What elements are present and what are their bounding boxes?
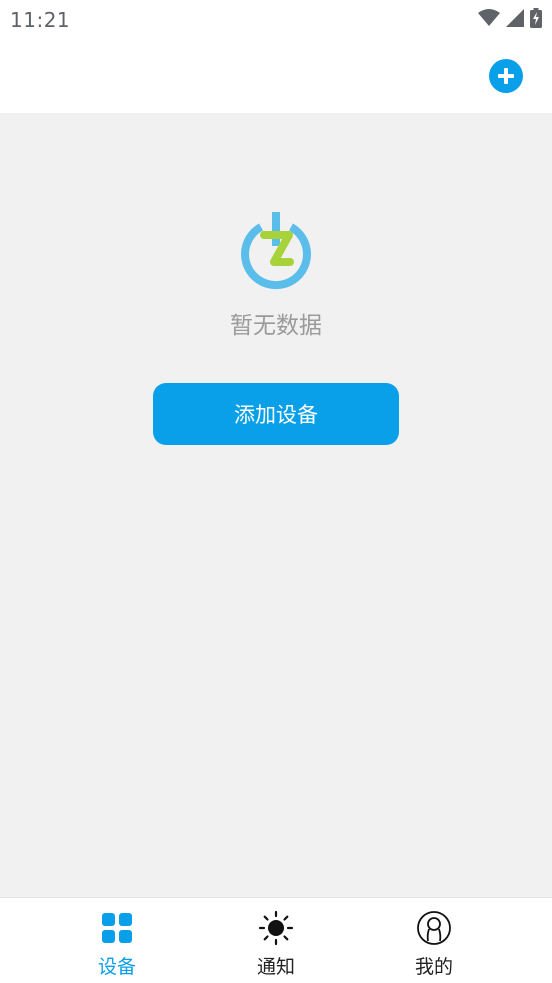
plus-icon xyxy=(498,68,514,84)
battery-charging-icon xyxy=(530,8,542,28)
tab-notifications-label: 通知 xyxy=(256,956,295,978)
user-icon xyxy=(416,910,452,946)
device-list-empty: 暂无数据 添加设备 xyxy=(0,113,552,897)
tab-devices[interactable]: 设备 xyxy=(62,910,172,980)
add-top-button[interactable] xyxy=(489,59,523,93)
app-bar xyxy=(0,38,552,113)
tab-devices-label: 设备 xyxy=(97,956,136,978)
tab-mine-label: 我的 xyxy=(414,956,453,978)
grid-icon xyxy=(99,910,135,946)
cell-signal-icon xyxy=(506,9,524,27)
status-bar: 11:21 xyxy=(0,0,552,38)
tab-notifications[interactable]: 通知 xyxy=(221,910,331,980)
status-icons xyxy=(478,8,542,28)
tab-mine[interactable]: 我的 xyxy=(379,910,489,980)
sun-icon xyxy=(258,910,294,946)
wifi-icon xyxy=(478,9,500,26)
add-device-button[interactable]: 添加设备 xyxy=(153,383,399,445)
status-time: 11:21 xyxy=(10,8,71,32)
power-z-logo xyxy=(241,212,311,290)
bottom-tab-bar: 设备 通知 我的 xyxy=(0,897,552,983)
empty-message: 暂无数据 xyxy=(230,313,322,339)
